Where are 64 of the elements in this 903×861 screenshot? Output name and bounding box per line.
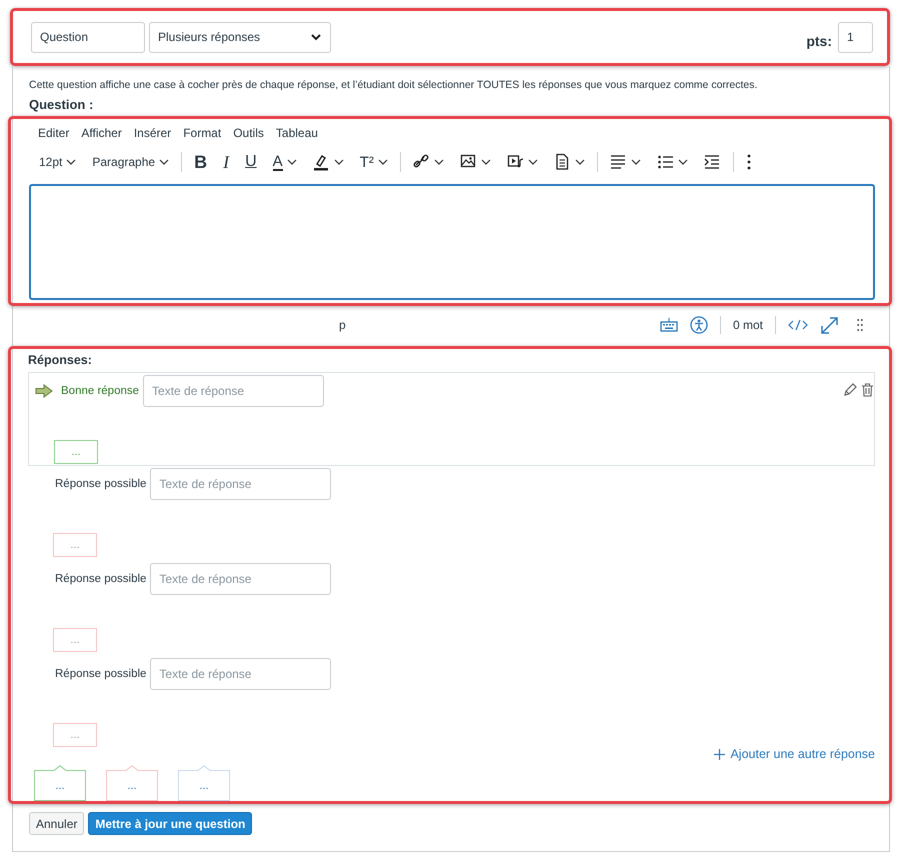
description-text: Cette question affiche une case à cocher près de chaque réponse, et l’étudiant doit sélectionner TOUTES les réponses que vous marquez comme correctes. — [28, 78, 758, 91]
underline-button[interactable]: U — [237, 148, 265, 176]
answer-text-field[interactable]: Texte de réponse — [150, 468, 332, 500]
chevron-down-icon — [310, 32, 322, 42]
caret-icon[interactable] — [574, 157, 585, 167]
add-answer-link[interactable]: Ajouter une autre réponse — [714, 747, 875, 761]
points-field[interactable]: 1 — [838, 22, 873, 52]
menu-item[interactable]: Insérer — [134, 126, 172, 140]
format-dropdown[interactable]: 12pt — [31, 148, 84, 176]
trash-icon[interactable] — [861, 383, 874, 397]
question-type-select[interactable]: Plusieurs réponses — [149, 22, 331, 52]
caret-icon[interactable] — [480, 157, 491, 167]
answers-label: Réponses: — [28, 352, 93, 369]
points-label: pts: — [806, 33, 832, 49]
word-count: 0 mot — [732, 318, 763, 332]
comment-button[interactable]: ... — [34, 765, 86, 801]
caret-icon[interactable] — [678, 157, 688, 167]
text-color-button[interactable]: A — [264, 148, 305, 176]
caret-icon[interactable] — [528, 157, 538, 167]
keyboard-icon[interactable] — [660, 318, 678, 332]
caret-icon[interactable] — [159, 157, 170, 167]
italic-button[interactable]: I — [215, 148, 238, 176]
answer-label: Réponse possible — [55, 478, 146, 490]
indent-icon[interactable] — [704, 153, 721, 171]
question-name-field[interactable]: Question — [31, 22, 145, 52]
bullet-list-icon[interactable] — [656, 153, 674, 171]
comment-button[interactable]: ... — [106, 765, 158, 801]
answer-label: Bonne réponse — [61, 385, 140, 397]
caret-icon[interactable] — [286, 157, 297, 167]
document-icon[interactable] — [554, 153, 571, 171]
plus-icon[interactable] — [714, 748, 726, 760]
answer-label: Réponse possible — [55, 668, 146, 680]
superscript-button[interactable]: T² — [352, 148, 396, 176]
menu-item[interactable]: Outils — [233, 126, 264, 140]
code-icon[interactable] — [788, 319, 808, 331]
align-icon[interactable] — [610, 153, 627, 171]
more-icon[interactable] — [746, 153, 752, 171]
drag-handle-icon[interactable] — [857, 318, 863, 332]
cancel-button[interactable]: Annuler — [29, 812, 84, 835]
menu-item[interactable]: Tableau — [276, 126, 318, 140]
highlighter-icon[interactable] — [312, 153, 330, 171]
element-path: p — [339, 318, 346, 332]
accessibility-icon[interactable] — [690, 316, 708, 334]
answer-text-field[interactable]: Texte de réponse — [150, 658, 332, 690]
bold-button[interactable]: B — [186, 148, 216, 176]
update-button[interactable]: Mettre à jour une question — [88, 812, 252, 835]
menu-item[interactable]: Format — [183, 126, 222, 140]
arrow-right-icon — [35, 384, 53, 398]
answer-text-field[interactable]: Texte de réponse — [143, 375, 324, 407]
editor-area[interactable] — [29, 184, 875, 300]
menu-item[interactable]: Afficher — [81, 126, 122, 140]
caret-icon[interactable] — [434, 157, 444, 167]
caret-icon[interactable] — [630, 157, 641, 167]
answer-label: Réponse possible — [55, 573, 146, 585]
answer-text-field[interactable]: Texte de réponse — [150, 563, 332, 595]
menu-item[interactable]: Editer — [38, 126, 70, 140]
comment-button[interactable]: ... — [178, 765, 230, 801]
fullscreen-icon[interactable] — [820, 316, 839, 334]
format-dropdown[interactable]: Paragraphe — [84, 148, 178, 176]
question-label: Question : — [28, 96, 94, 112]
caret-icon[interactable] — [66, 157, 76, 167]
caret-icon[interactable] — [334, 157, 344, 167]
caret-icon[interactable] — [378, 157, 388, 167]
pencil-icon[interactable] — [843, 383, 857, 397]
